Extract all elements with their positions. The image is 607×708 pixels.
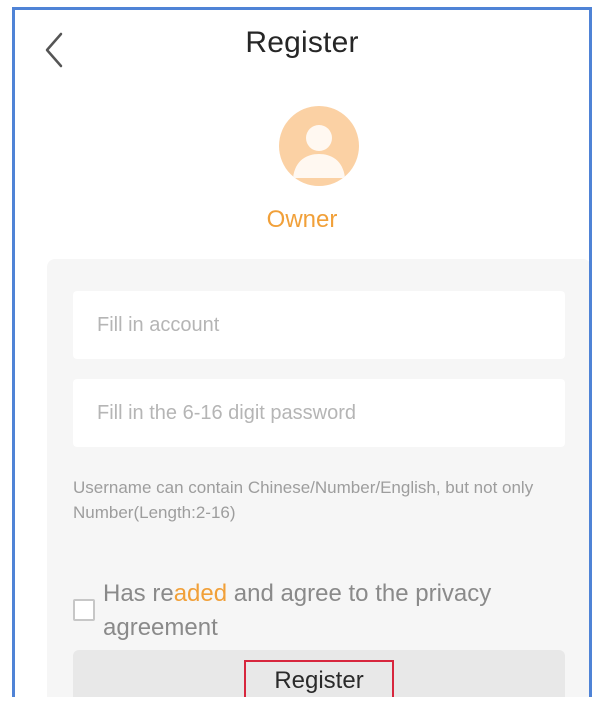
register-button-label: Register xyxy=(244,660,394,697)
agreement-row: Has readed and agree to the privacy agre… xyxy=(73,577,565,645)
register-button[interactable]: Register xyxy=(73,650,565,697)
role-label: Owner xyxy=(266,206,338,233)
agreement-prefix: Has re xyxy=(103,580,174,607)
agreement-checkbox[interactable] xyxy=(73,599,95,621)
account-input[interactable] xyxy=(73,291,565,359)
page-title: Register xyxy=(245,26,359,59)
user-avatar-icon xyxy=(279,106,359,186)
register-form: Username can contain Chinese/Number/Engl… xyxy=(47,259,589,697)
password-field[interactable] xyxy=(73,379,565,447)
password-input[interactable] xyxy=(73,379,565,447)
username-hint: Username can contain Chinese/Number/Engl… xyxy=(73,478,534,522)
agreement-text: Has readed and agree to the privacy agre… xyxy=(103,577,565,645)
agreement-link[interactable]: aded xyxy=(174,580,227,607)
app-frame: Register Owner Username can contain Chin… xyxy=(12,7,592,697)
account-field[interactable] xyxy=(73,291,565,359)
